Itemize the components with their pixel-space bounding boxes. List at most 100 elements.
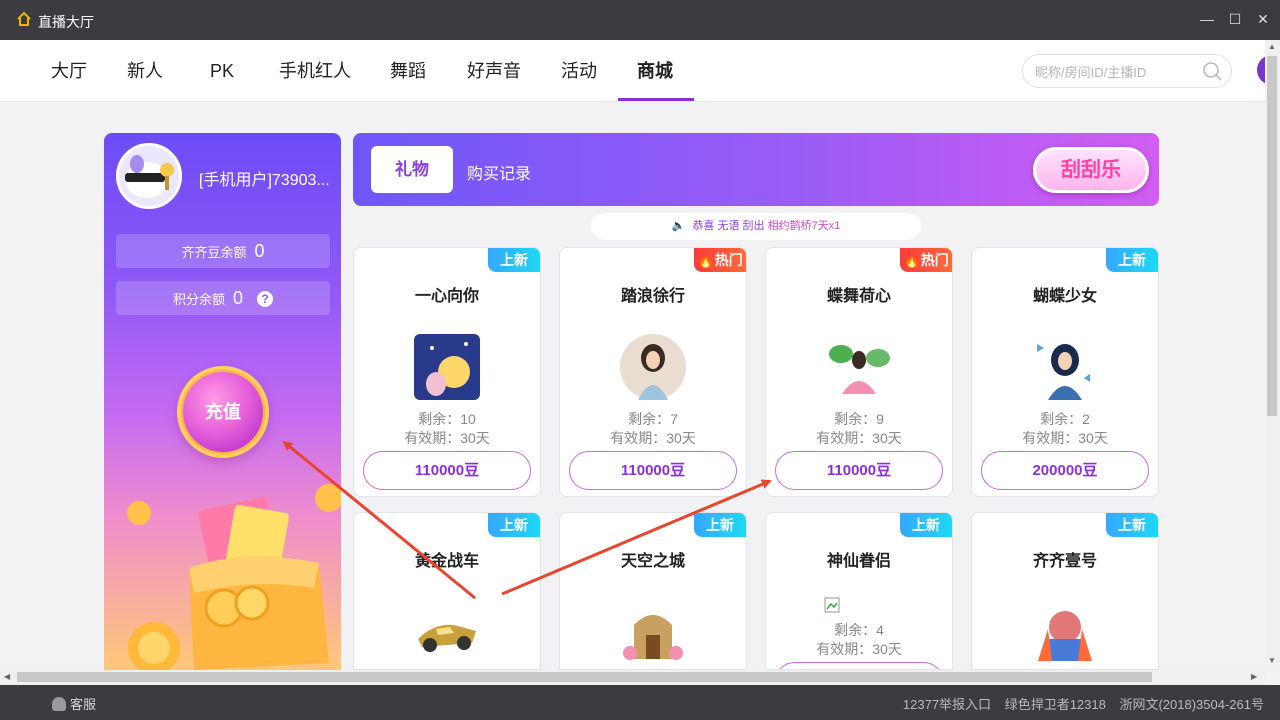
recharge-button[interactable]: 充值 bbox=[177, 366, 269, 458]
buy-button[interactable] bbox=[775, 662, 943, 669]
bean-balance-value: 0 bbox=[254, 241, 265, 261]
buy-button[interactable]: 200000豆 bbox=[981, 451, 1149, 490]
product-card[interactable]: 上新 一心向你 剩余：10 有效期：30天 110000豆 bbox=[353, 247, 541, 497]
top-nav: 大厅 新人 PK 手机红人 舞蹈 好声音 活动 商城 bbox=[0, 40, 1265, 102]
buy-button[interactable]: 110000豆 bbox=[363, 451, 531, 490]
tab-activity[interactable]: 活动 bbox=[561, 40, 597, 102]
product-image bbox=[1032, 334, 1098, 400]
points-balance-value: 0 bbox=[233, 288, 244, 308]
product-card[interactable]: 上新 天空之城 bbox=[559, 512, 747, 670]
validity: 有效期：30天 bbox=[816, 430, 902, 446]
product-name: 踏浪徐行 bbox=[620, 288, 685, 305]
search-icon[interactable] bbox=[1201, 60, 1223, 82]
search-input[interactable] bbox=[1035, 62, 1185, 82]
tab-hall[interactable]: 大厅 bbox=[51, 40, 87, 102]
product-card[interactable]: 🔥热门 蝶舞荷心 剩余：9 有效期：30天 110000豆 bbox=[765, 247, 953, 497]
product-name: 黄金战车 bbox=[414, 553, 479, 570]
validity: 有效期：30天 bbox=[610, 430, 696, 446]
tab-gifts[interactable]: 礼物 bbox=[371, 146, 453, 193]
product-name: 蝴蝶少女 bbox=[1032, 288, 1097, 305]
active-tab-indicator bbox=[618, 98, 694, 101]
notice-user: 无语 bbox=[717, 220, 740, 232]
product-image bbox=[414, 599, 480, 665]
tab-purchase-history[interactable]: 购买记录 bbox=[467, 160, 531, 184]
broken-image-icon bbox=[824, 597, 840, 613]
hot-badge-label: 热门 bbox=[920, 252, 949, 268]
winning-notice: 🔈 恭喜 无语 刮出 相约鹊桥7天x1 bbox=[591, 213, 921, 240]
product-name: 齐齐壹号 bbox=[1032, 553, 1097, 570]
product-card[interactable]: 上新 蝴蝶少女 剩余：2 有效期：30天 200000豆 bbox=[971, 247, 1159, 497]
scroll-left-arrow[interactable]: ◀ bbox=[4, 672, 10, 681]
minimize-button[interactable]: — bbox=[1196, 8, 1218, 30]
customer-service-link[interactable]: 客服 bbox=[52, 694, 96, 713]
tab-good-voice[interactable]: 好声音 bbox=[467, 40, 521, 102]
license-text: 浙网文(2018)3504-261号 bbox=[1119, 697, 1264, 712]
notice-prize: 相约鹊桥7天x1 bbox=[767, 220, 841, 232]
points-balance-label: 积分余额 bbox=[172, 292, 225, 307]
tab-newcomer[interactable]: 新人 bbox=[127, 40, 163, 102]
new-badge: 上新 bbox=[900, 513, 952, 537]
stock-remaining: 剩余：10 bbox=[418, 411, 476, 427]
maximize-button[interactable]: ☐ bbox=[1224, 8, 1246, 30]
buy-button[interactable]: 110000豆 bbox=[775, 451, 943, 490]
scroll-down-arrow[interactable]: ▼ bbox=[1268, 656, 1276, 665]
report-link[interactable]: 12377举报入口 bbox=[903, 697, 991, 712]
product-card[interactable]: 上新 齐齐壹号 bbox=[971, 512, 1159, 670]
username: [手机用户]73903... bbox=[199, 172, 330, 189]
bean-balance: 齐齐豆余额 0 bbox=[116, 234, 330, 268]
product-image bbox=[826, 334, 892, 400]
new-badge: 上新 bbox=[488, 248, 540, 272]
scroll-thumb[interactable] bbox=[1267, 56, 1277, 416]
scroll-right-arrow[interactable]: ▶ bbox=[1251, 672, 1257, 681]
headset-icon bbox=[52, 697, 66, 711]
tab-mobile-star[interactable]: 手机红人 bbox=[279, 40, 351, 102]
hot-badge-label: 热门 bbox=[714, 252, 743, 268]
window-title: 直播大厅 bbox=[38, 14, 94, 30]
points-balance: 积分余额 0? bbox=[116, 281, 330, 315]
footer-links: 12377举报入口 绿色捍卫者12318 浙网文(2018)3504-261号 bbox=[893, 694, 1264, 713]
product-card[interactable]: 上新 黄金战车 bbox=[353, 512, 541, 670]
user-panel: [手机用户]73903... 齐齐豆余额 0 积分余额 0? 充值 bbox=[104, 133, 341, 670]
customer-service-label: 客服 bbox=[70, 697, 97, 712]
tab-mall[interactable]: 商城 bbox=[637, 40, 673, 102]
vertical-scrollbar[interactable]: ▲ ▼ bbox=[1265, 40, 1280, 670]
stock-remaining: 剩余：7 bbox=[628, 411, 678, 427]
tab-dance[interactable]: 舞蹈 bbox=[390, 40, 426, 102]
stock-remaining: 剩余：9 bbox=[834, 411, 884, 427]
close-button[interactable]: ✕ bbox=[1252, 8, 1274, 30]
shop-banner: 礼物 购买记录 刮刮乐 bbox=[353, 133, 1159, 206]
bean-balance-label: 齐齐豆余额 bbox=[181, 245, 247, 260]
avatar[interactable] bbox=[116, 143, 182, 209]
horizontal-scrollbar[interactable]: ◀ ▶ bbox=[0, 670, 1265, 685]
tab-pk[interactable]: PK bbox=[210, 40, 234, 102]
new-badge: 上新 bbox=[1106, 248, 1158, 272]
product-image bbox=[620, 599, 686, 665]
validity: 有效期：30天 bbox=[1022, 430, 1108, 446]
product-image bbox=[1032, 599, 1098, 665]
new-badge: 上新 bbox=[488, 513, 540, 537]
guardian-link[interactable]: 绿色捍卫者12318 bbox=[1005, 697, 1106, 712]
new-badge: 上新 bbox=[694, 513, 746, 537]
buy-button[interactable]: 110000豆 bbox=[569, 451, 737, 490]
scratch-card-button[interactable]: 刮刮乐 bbox=[1033, 147, 1149, 193]
help-icon[interactable]: ? bbox=[257, 291, 274, 307]
product-name: 一心向你 bbox=[414, 288, 479, 305]
status-footer: 客服 12377举报入口 绿色捍卫者12318 浙网文(2018)3504-26… bbox=[0, 685, 1280, 720]
product-card[interactable]: 上新 神仙眷侣 剩余：4 有效期：30天 bbox=[765, 512, 953, 670]
fire-icon: 🔥 bbox=[903, 252, 921, 268]
fire-icon: 🔥 bbox=[697, 252, 715, 268]
notice-action: 刮出 bbox=[742, 220, 765, 232]
product-name: 神仙眷侣 bbox=[826, 553, 891, 570]
validity: 有效期：30天 bbox=[816, 641, 902, 657]
speaker-icon: 🔈 bbox=[671, 220, 686, 232]
title-bar: 直播大厅 — ☐ ✕ bbox=[0, 0, 1280, 40]
stock-remaining: 剩余：2 bbox=[1040, 411, 1090, 427]
product-name: 蝶舞荷心 bbox=[826, 288, 891, 305]
scroll-thumb[interactable] bbox=[17, 672, 1152, 682]
home-icon bbox=[17, 11, 31, 26]
avatar-image bbox=[119, 146, 179, 206]
wallet-illustration bbox=[127, 484, 341, 670]
product-card[interactable]: 🔥热门 踏浪徐行 剩余：7 有效期：30天 110000豆 bbox=[559, 247, 747, 497]
scroll-up-arrow[interactable]: ▲ bbox=[1268, 42, 1276, 51]
stock-remaining: 剩余：4 bbox=[834, 622, 884, 638]
